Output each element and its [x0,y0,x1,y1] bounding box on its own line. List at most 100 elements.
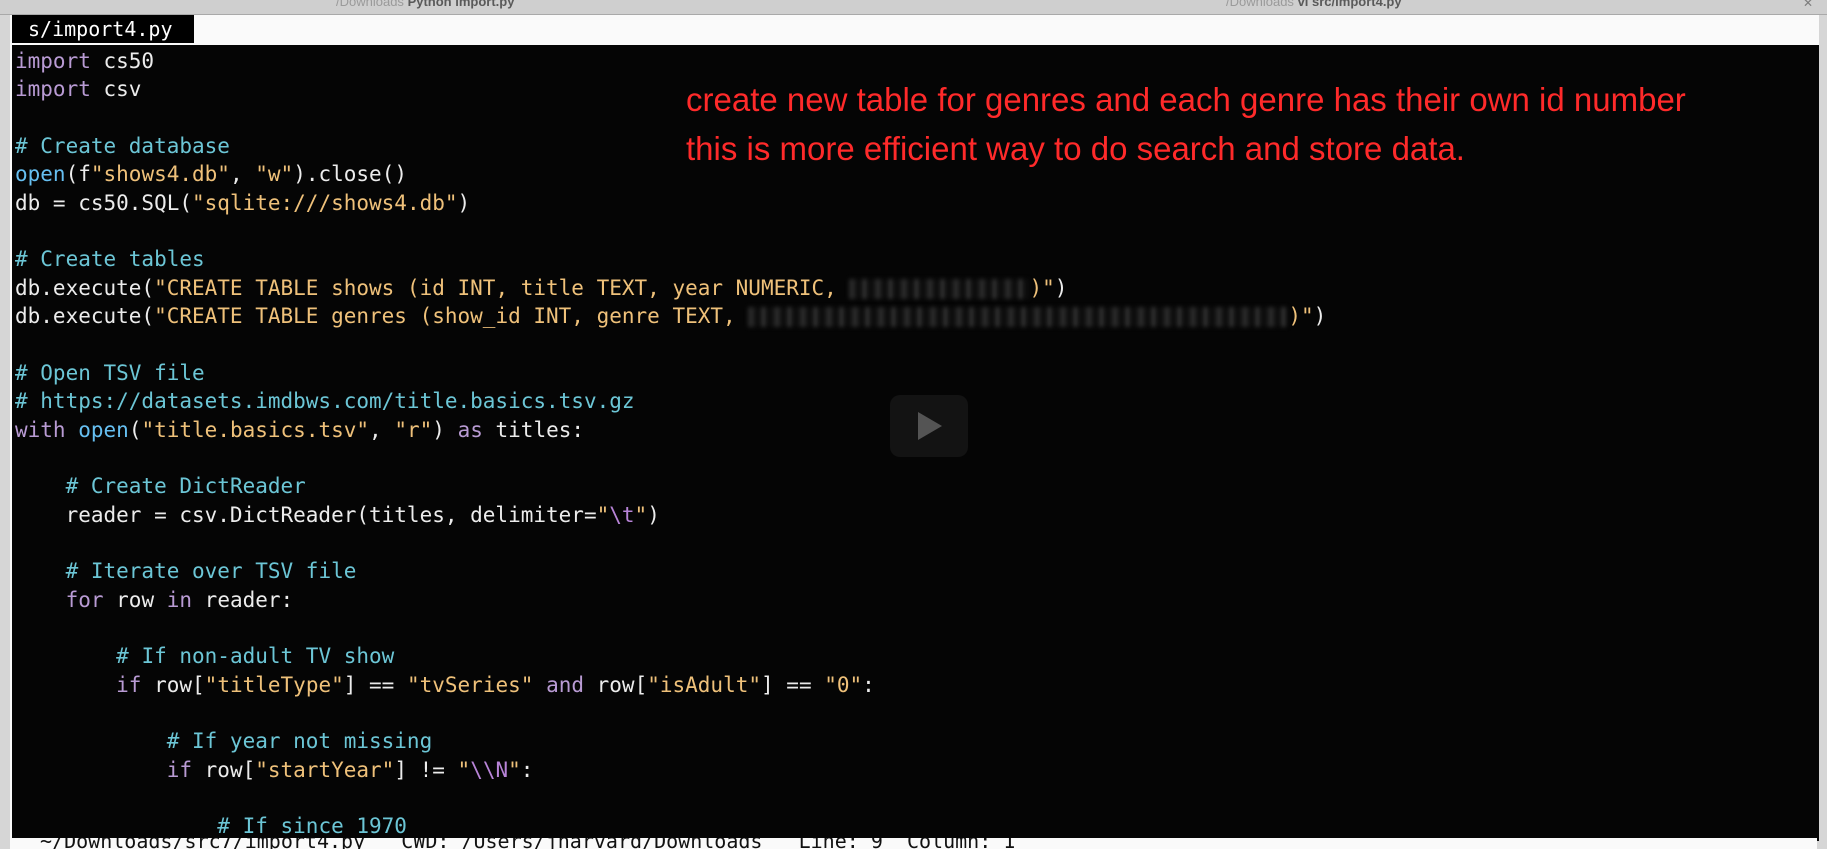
os-tab-right-file: vi src/import4.py [1297,0,1402,9]
code-token: ) [647,503,660,527]
code-token: )" [1288,304,1314,328]
code-token: ) [1313,304,1327,328]
code-token: "titleType" [204,673,344,697]
code-token: and [546,673,584,697]
obscured-text [849,279,1030,299]
obscured-text [748,307,1289,327]
code-token: "CREATE TABLE genres (show_id INT, genre… [154,304,749,328]
code-token: : [520,758,534,782]
code-token: "r" [394,418,433,442]
code-token: ) [432,418,458,442]
code-token: db = cs50.SQL( [15,191,193,215]
code-line[interactable]: # If year not missing [15,727,433,755]
code-line[interactable]: # Create tables [15,245,205,273]
code-token: in [166,588,193,612]
code-token: "title.basics.tsv" [141,418,370,442]
code-line[interactable]: # Create database [15,132,230,160]
os-tab-strip: /Downloads Python import.py /Downloads v… [0,0,1827,15]
annotation-line-2: this is more efficient way to do search … [686,130,1465,167]
code-token: reader = csv.DictReader(titles, delimite… [15,503,597,527]
code-token: # Iterate over TSV file [65,559,357,583]
code-token: " [457,758,471,782]
code-token: # Create DictReader [65,474,306,498]
code-token: , [369,418,395,442]
code-token: "CREATE TABLE shows (id INT, title TEXT,… [154,276,850,300]
code-token: db.execute( [15,304,155,328]
code-token: "isAdult" [647,673,762,697]
file-tab[interactable]: s/import4.py [12,15,194,43]
close-icon[interactable]: ✕ [1803,0,1813,10]
code-token: open [15,162,66,186]
code-line[interactable]: # Open TSV file [15,359,205,387]
code-token: row[ [584,673,648,697]
code-token: ] == [761,673,825,697]
code-token: with [15,418,66,442]
code-token: : [862,673,875,697]
editor-tab-bar: s/import4.py [12,15,1819,45]
code-token: import [15,77,91,101]
annotation-line-1: create new table for genres and each gen… [686,81,1686,118]
code-token: cs50 [90,49,155,73]
code-line[interactable]: # If since 1970 [15,812,407,840]
editor-pane[interactable]: s/import4.py import cs50 import csv # Crea… [10,15,1819,841]
code-line[interactable]: if row["startYear"] != "\\N": [15,756,534,784]
code-token: if [116,673,142,697]
video-play-button[interactable] [890,395,968,457]
os-tab-right-dir: /Downloads [1226,0,1294,9]
code-token: if [166,758,193,782]
code-line[interactable]: db.execute("CREATE TABLE genres (show_id… [15,302,1326,330]
code-token: \\N [470,758,509,782]
code-token: ) [457,191,471,215]
play-icon [918,412,942,440]
code-line[interactable]: open(f"shows4.db", "w").close() [15,160,407,188]
code-token: open [78,418,129,442]
code-token: # If since 1970 [217,814,407,838]
os-tab-left-file: Python import.py [407,0,515,9]
code-token: ) [1054,276,1068,300]
code-line[interactable]: db.execute("CREATE TABLE shows (id INT, … [15,274,1067,302]
code-token: # Create database [15,134,230,158]
code-token: # If year not missing [166,729,433,753]
code-token: for [65,588,104,612]
code-token: "shows4.db" [90,162,230,186]
code-token: row[ [141,673,205,697]
code-line[interactable]: import cs50 [15,47,154,75]
code-token: " [596,503,610,527]
code-line[interactable]: db = cs50.SQL("sqlite:///shows4.db") [15,189,470,217]
code-token: reader: [192,588,294,612]
code-line[interactable]: for row in reader: [15,586,294,614]
status-text: ~/Downloads/src7/import4.py CWD: /Users/… [40,838,1015,849]
code-line[interactable]: # Iterate over TSV file [15,557,357,585]
code-line[interactable]: # Create DictReader [15,472,306,500]
annotation-overlay: create new table for genres and each gen… [686,75,1686,173]
code-token: "w" [255,162,294,186]
code-token: row[ [192,758,256,782]
os-tab-right[interactable]: /Downloads vi src/import4.py [1226,0,1402,9]
code-token: ( [128,418,142,442]
code-token: # https://datasets.imdbws.com/title.basi… [15,389,635,413]
code-token: # Create tables [15,247,205,271]
code-token: \t [609,503,635,527]
os-tab-left[interactable]: /Downloads Python import.py [336,0,514,9]
code-line[interactable]: if row["titleType"] == "tvSeries" and ro… [15,671,875,699]
code-token: ] == [343,673,407,697]
code-line[interactable]: # If non-adult TV show [15,642,394,670]
status-bar: ~/Downloads/src7/import4.py CWD: /Users/… [10,838,1817,849]
code-line[interactable]: import csv [15,75,141,103]
os-tab-left-dir: /Downloads [336,0,404,9]
code-token: import [15,49,91,73]
code-token: # If non-adult TV show [116,644,395,668]
code-token: )" [1029,276,1055,300]
code-line[interactable]: with open("title.basics.tsv", "r") as ti… [15,416,584,444]
code-line[interactable]: reader = csv.DictReader(titles, delimite… [15,501,660,529]
code-token: as [457,418,483,442]
code-token: ).close() [293,162,407,186]
code-line[interactable]: # https://datasets.imdbws.com/title.basi… [15,387,635,415]
